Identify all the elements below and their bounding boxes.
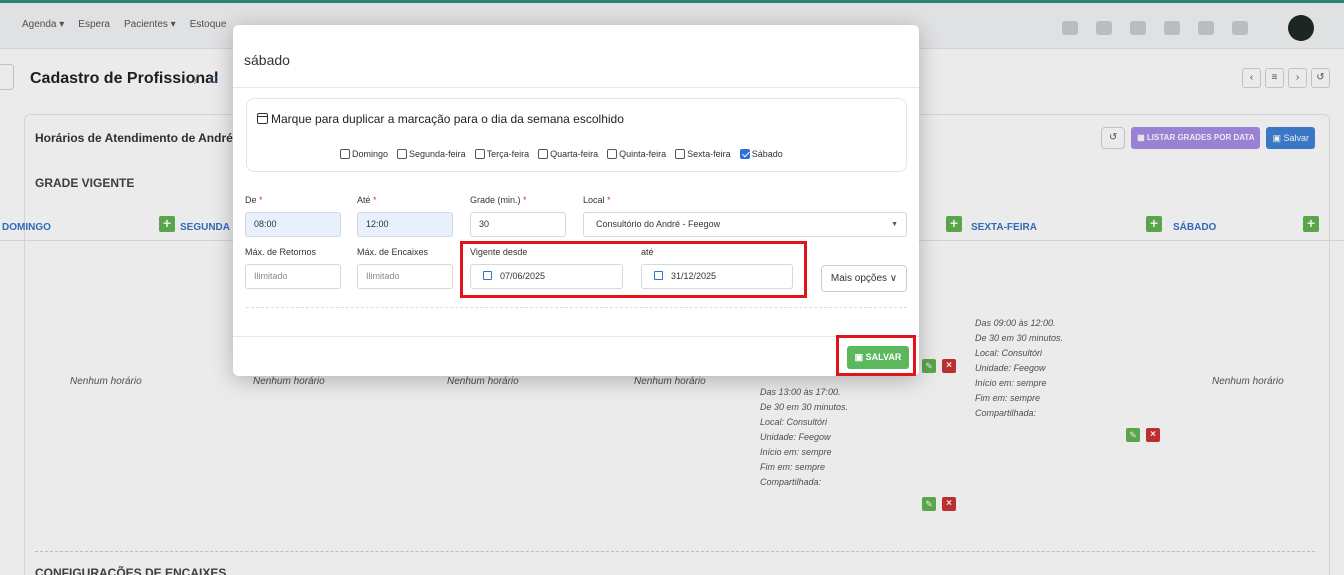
checkbox-label: Sexta-feira xyxy=(687,149,731,159)
checkbox-label: Segunda-feira xyxy=(409,149,466,159)
checkbox-box[interactable] xyxy=(675,149,686,159)
checkbox-label: Quarta-feira xyxy=(550,149,599,159)
modal-title: sábado xyxy=(244,52,290,68)
max-encaixes-input[interactable]: Ilimitado xyxy=(357,264,453,289)
checkbox-box[interactable] xyxy=(474,149,485,159)
local-select-value: Consultório do André - Feegow xyxy=(596,219,721,229)
required-mark: * xyxy=(607,195,611,205)
checkbox-box[interactable] xyxy=(538,149,549,159)
required-mark: * xyxy=(523,195,527,205)
weekday-checkboxes: Domingo Segunda-feira Terça-feira Quarta… xyxy=(340,149,783,159)
ate-label: Até * xyxy=(357,195,377,205)
calendar-icon xyxy=(257,113,268,124)
duplicate-days-box: Marque para duplicar a marcação para o d… xyxy=(246,98,907,172)
duplicate-title-text: Marque para duplicar a marcação para o d… xyxy=(271,112,624,126)
checkbox-box-checked[interactable] xyxy=(739,149,750,159)
local-select[interactable]: Consultório do André - Feegow ▼ xyxy=(583,212,907,237)
duplicate-title: Marque para duplicar a marcação para o d… xyxy=(257,112,624,126)
grade-label: Grade (min.) * xyxy=(470,195,527,205)
local-label: Local * xyxy=(583,195,611,205)
max-encaixes-label: Máx. de Encaixes xyxy=(357,247,429,257)
checkbox-quinta-feira[interactable]: Quinta-feira xyxy=(607,149,666,159)
de-label-text: De xyxy=(245,195,257,205)
chevron-down-icon: ▼ xyxy=(891,221,898,228)
highlight-vigencia-box xyxy=(460,241,807,298)
max-retornos-input[interactable]: Ilimitado xyxy=(245,264,341,289)
de-label: De * xyxy=(245,195,263,205)
highlight-save-box xyxy=(836,335,916,376)
checkbox-segunda-feira[interactable]: Segunda-feira xyxy=(397,149,466,159)
mais-opcoes-button[interactable]: Mais opções ∨ xyxy=(821,265,907,292)
checkbox-label: Sábado xyxy=(751,149,783,159)
grade-label-text: Grade (min.) xyxy=(470,195,521,205)
checkbox-label: Terça-feira xyxy=(486,149,530,159)
ate-input[interactable]: 12:00 xyxy=(357,212,453,237)
local-label-text: Local xyxy=(583,195,605,205)
max-retornos-label: Máx. de Retornos xyxy=(245,247,317,257)
checkbox-quarta-feira[interactable]: Quarta-feira xyxy=(538,149,598,159)
checkbox-box[interactable] xyxy=(340,149,350,159)
checkbox-sexta-feira[interactable]: Sexta-feira xyxy=(675,149,731,159)
checkbox-box[interactable] xyxy=(607,149,618,159)
checkbox-box[interactable] xyxy=(397,149,408,159)
ate-label-text: Até xyxy=(357,195,371,205)
checkbox-sabado[interactable]: Sábado xyxy=(739,149,783,159)
required-mark: * xyxy=(259,195,263,205)
checkbox-terca-feira[interactable]: Terça-feira xyxy=(474,149,530,159)
modal-header-divider xyxy=(233,87,919,88)
modal-footer-divider xyxy=(233,336,919,337)
required-mark: * xyxy=(373,195,377,205)
checkbox-domingo[interactable]: Domingo xyxy=(340,149,388,159)
checkbox-label: Domingo xyxy=(352,149,389,159)
modal-dashed-divider xyxy=(246,307,907,308)
schedule-modal: sábado Marque para duplicar a marcação p… xyxy=(233,25,919,376)
grade-input[interactable]: 30 xyxy=(470,212,566,237)
checkbox-label: Quinta-feira xyxy=(619,149,667,159)
de-input[interactable]: 08:00 xyxy=(245,212,341,237)
